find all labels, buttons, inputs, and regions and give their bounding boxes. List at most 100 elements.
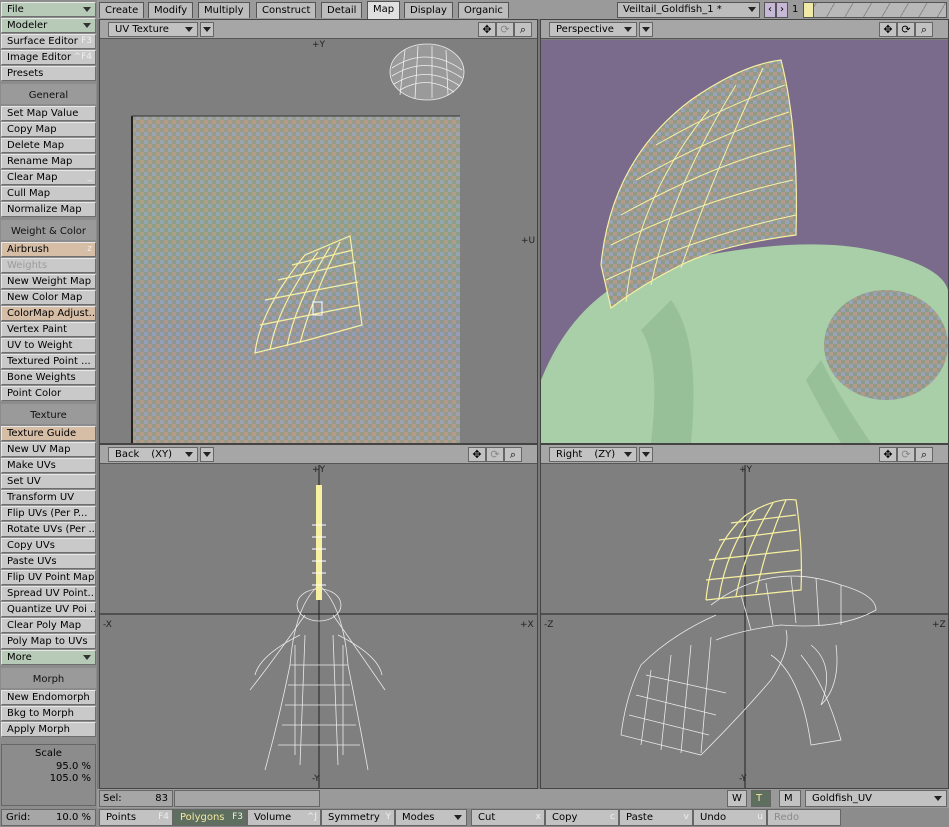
file-menu[interactable]: File <box>1 2 96 17</box>
cull-map-button[interactable]: Cull Map <box>1 186 96 201</box>
transform-uv-button[interactable]: Transform UV <box>1 490 96 505</box>
modes-menu[interactable]: Modes <box>395 809 467 826</box>
clear-poly-map-button[interactable]: Clear Poly Map <box>1 618 96 633</box>
cut-button[interactable]: Cut x <box>471 809 545 826</box>
tab-map[interactable]: Map <box>367 1 401 19</box>
polygons-label: Polygons <box>180 812 225 823</box>
flip-uvs-button[interactable]: Flip UVs (Per P... <box>1 506 96 521</box>
image-editor-button[interactable]: Image Editor ^F4 <box>1 50 96 65</box>
move-view-icon[interactable]: ✥ <box>468 447 486 462</box>
uv-canvas[interactable] <box>100 40 537 443</box>
tab-modify[interactable]: Modify <box>148 2 194 18</box>
uv-to-weight-button[interactable]: UV to Weight <box>1 338 96 353</box>
set-uv-button[interactable]: Set UV <box>1 474 96 489</box>
uv-map-select[interactable]: Goldfish_UV <box>805 790 947 807</box>
poly-map-to-uvs-button[interactable]: Poly Map to UVs <box>1 634 96 649</box>
polygons-mode-button[interactable]: Polygons F3 <box>173 809 247 826</box>
rotate-uvs-button[interactable]: Rotate UVs (Per ... <box>1 522 96 537</box>
viewport-perspective[interactable]: Perspective ✥ ⟳ ⌕ <box>540 19 949 444</box>
rotate-view-icon[interactable]: ⟳ <box>496 22 514 37</box>
general-header: General <box>1 84 96 104</box>
paste-uvs-button[interactable]: Paste UVs <box>1 554 96 569</box>
morph-map-toggle[interactable]: M <box>779 790 801 807</box>
vertex-paint-button[interactable]: Vertex Paint <box>1 322 96 337</box>
more-label: More <box>7 652 32 663</box>
fish-wireframe-right <box>620 575 877 756</box>
right-canvas[interactable] <box>541 465 948 788</box>
tab-organic[interactable]: Organic <box>458 2 509 18</box>
weights-button[interactable]: Weights <box>1 258 96 273</box>
point-color-button[interactable]: Point Color <box>1 386 96 401</box>
zoom-view-icon[interactable]: ⌕ <box>915 22 933 37</box>
view-type-select[interactable]: Perspective <box>549 22 637 37</box>
rename-map-button[interactable]: Rename Map <box>1 154 96 169</box>
back-canvas[interactable] <box>100 465 537 788</box>
move-view-icon[interactable]: ✥ <box>879 22 897 37</box>
spread-uv-point-button[interactable]: Spread UV Point... <box>1 586 96 601</box>
clear-map-button[interactable]: Clear Map _ <box>1 170 96 185</box>
new-endomorph-button[interactable]: New Endomorph <box>1 690 96 705</box>
new-color-map-button[interactable]: New Color Map <box>1 290 96 305</box>
view-options-button[interactable] <box>200 447 214 462</box>
modeler-menu[interactable]: Modeler <box>1 18 96 33</box>
tab-construct[interactable]: Construct <box>256 2 317 18</box>
bkg-to-morph-button[interactable]: Bkg to Morph <box>1 706 96 721</box>
presets-button[interactable]: Presets <box>1 66 96 81</box>
move-view-icon[interactable]: ✥ <box>879 447 897 462</box>
volume-mode-button[interactable]: Volume ^J <box>247 809 321 826</box>
paste-button[interactable]: Paste v <box>619 809 693 826</box>
new-weight-map-button[interactable]: New Weight Map <box>1 274 96 289</box>
colormap-adjust-button[interactable]: ColorMap Adjust... <box>1 306 96 321</box>
prev-layer-button[interactable]: ‹ <box>764 2 776 18</box>
view-options-button[interactable] <box>200 22 214 37</box>
next-layer-button[interactable]: › <box>776 2 788 18</box>
move-view-icon[interactable]: ✥ <box>478 22 496 37</box>
zoom-view-icon[interactable]: ⌕ <box>514 22 532 37</box>
zoom-view-icon[interactable]: ⌕ <box>915 447 933 462</box>
scale-value-1: 95.0 % <box>56 761 91 772</box>
symmetry-button[interactable]: Symmetry Y <box>321 809 395 826</box>
copy-button[interactable]: Copy c <box>545 809 619 826</box>
set-map-value-button[interactable]: Set Map Value <box>1 106 96 121</box>
object-selector[interactable]: Veiltail_Goldfish_1 * <box>617 2 760 18</box>
textured-point-button[interactable]: Textured Point ... <box>1 354 96 369</box>
view-options-button[interactable] <box>639 447 653 462</box>
delete-map-button[interactable]: Delete Map <box>1 138 96 153</box>
tab-detail[interactable]: Detail <box>321 2 363 18</box>
texture-guide-button[interactable]: Texture Guide <box>1 426 96 441</box>
flip-uv-point-map-button[interactable]: Flip UV Point Map <box>1 570 96 585</box>
view-options-button[interactable] <box>639 22 653 37</box>
viewport-right[interactable]: Right (ZY) ✥ ⟳ ⌕ +Y -Y -Z +Z <box>540 444 949 789</box>
view-type-select[interactable]: Right (ZY) <box>549 447 637 462</box>
zoom-view-icon[interactable]: ⌕ <box>504 447 522 462</box>
view-type-select[interactable]: Back (XY) <box>108 447 198 462</box>
airbrush-button[interactable]: Airbrush z <box>1 242 96 257</box>
viewport-uv-texture[interactable]: UV Texture ✥ ⟳ ⌕ +Y +U <box>99 19 538 444</box>
redo-button[interactable]: Redo <box>767 809 841 826</box>
view-type-select[interactable]: UV Texture <box>108 22 198 37</box>
texture-map-toggle[interactable]: T <box>751 790 771 807</box>
layer-slots[interactable] <box>803 2 947 18</box>
copy-uvs-button[interactable]: Copy UVs <box>1 538 96 553</box>
rotate-view-icon[interactable]: ⟳ <box>486 447 504 462</box>
new-uv-map-button[interactable]: New UV Map <box>1 442 96 457</box>
layer-slot-active[interactable] <box>804 3 814 17</box>
more-menu[interactable]: More <box>1 650 96 665</box>
apply-morph-button[interactable]: Apply Morph <box>1 722 96 737</box>
surface-editor-button[interactable]: Surface Editor F3 <box>1 34 96 49</box>
perspective-canvas[interactable] <box>541 40 948 443</box>
points-mode-button[interactable]: Points F4 <box>99 809 173 826</box>
viewport-back[interactable]: Back(XY) ✥ ⟳ ⌕ +Y -Y -X +X <box>99 444 538 789</box>
bone-weights-button[interactable]: Bone Weights <box>1 370 96 385</box>
make-uvs-button[interactable]: Make UVs <box>1 458 96 473</box>
copy-map-button[interactable]: Copy Map <box>1 122 96 137</box>
weight-map-toggle[interactable]: W <box>727 790 747 807</box>
tab-multiply[interactable]: Multiply <box>198 2 250 18</box>
normalize-map-button[interactable]: Normalize Map <box>1 202 96 217</box>
quantize-uv-button[interactable]: Quantize UV Poi ... <box>1 602 96 617</box>
undo-button[interactable]: Undo u <box>693 809 767 826</box>
rotate-view-icon[interactable]: ⟳ <box>897 447 915 462</box>
rotate-view-icon[interactable]: ⟳ <box>897 22 915 37</box>
tab-display[interactable]: Display <box>404 2 453 18</box>
tab-create[interactable]: Create <box>99 2 145 18</box>
